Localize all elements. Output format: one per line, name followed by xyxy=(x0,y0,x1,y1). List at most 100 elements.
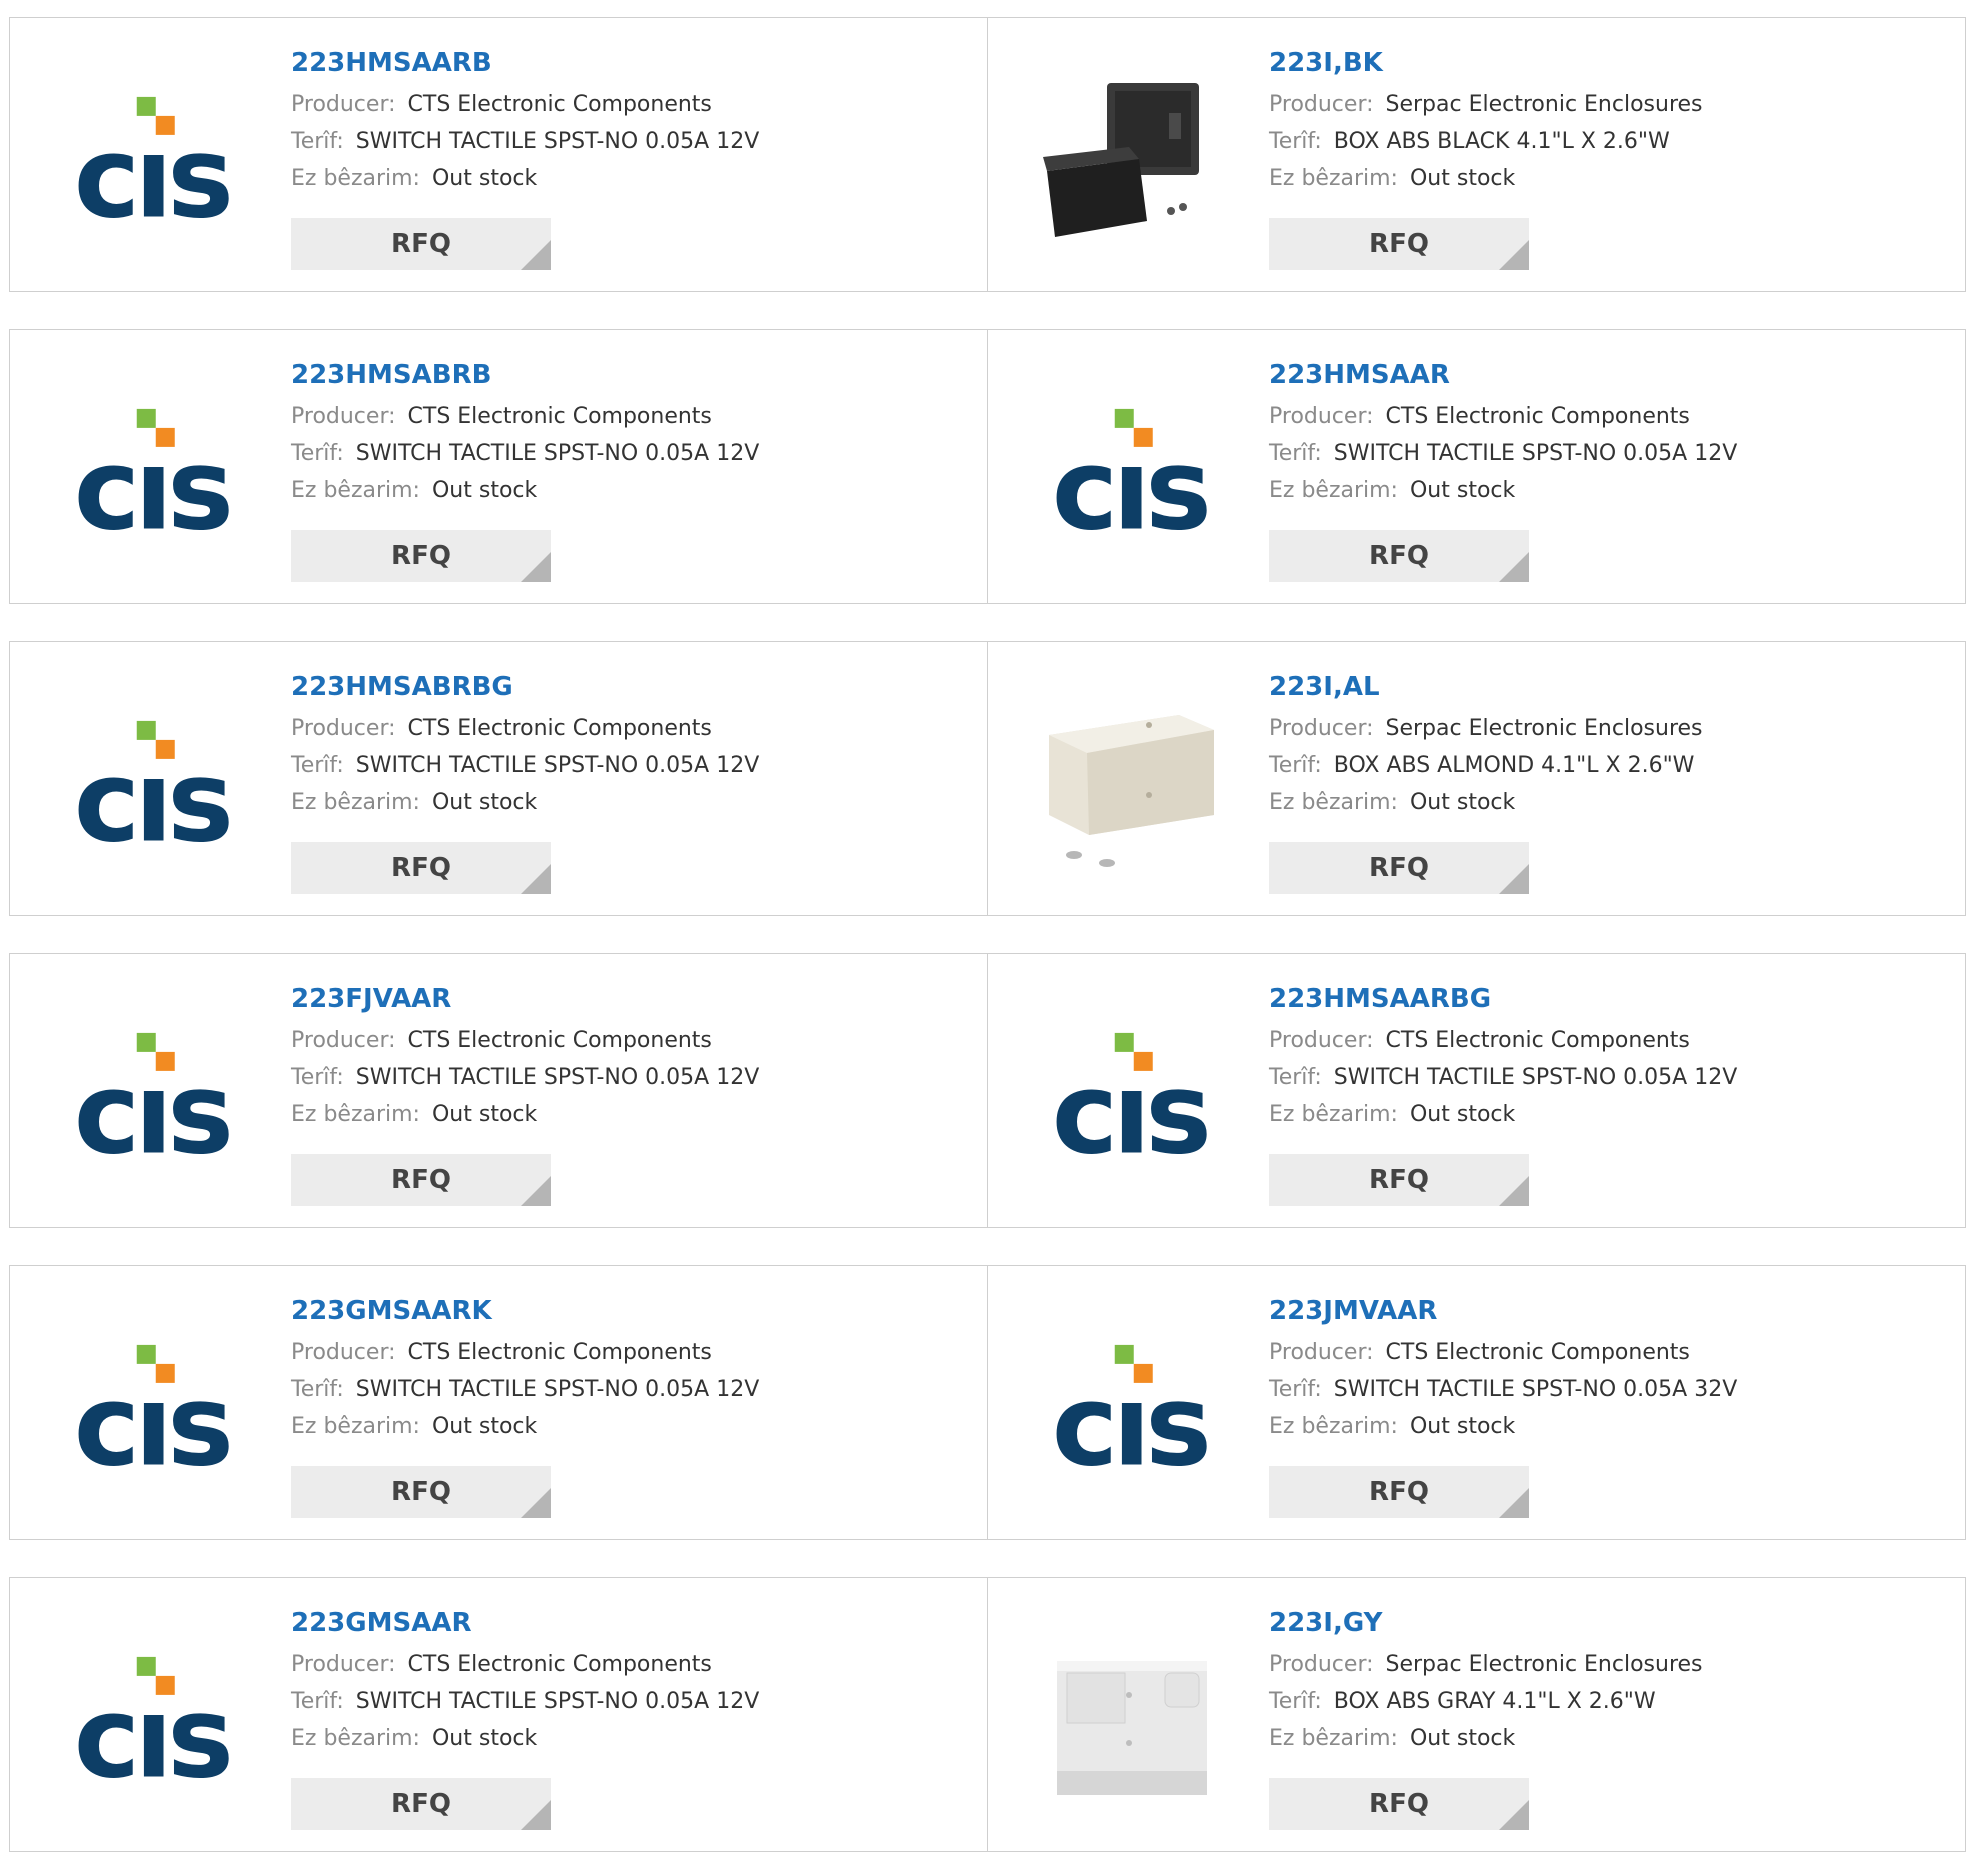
product-info: 223GMSAAR Producer: CTS Electronic Compon… xyxy=(291,1606,759,1757)
producer-row: Producer: Serpac Electronic Enclosures xyxy=(1269,710,1703,747)
product-card: cıs 223GMSAARK Producer: CTS Electronic C… xyxy=(9,1265,988,1540)
producer-value: CTS Electronic Components xyxy=(407,1340,712,1365)
stock-label: Ez bêzarim: xyxy=(291,478,420,503)
producer-value: CTS Electronic Components xyxy=(1385,1028,1690,1053)
producer-label: Producer: xyxy=(291,404,396,429)
producer-row: Producer: CTS Electronic Components xyxy=(291,710,759,747)
stock-value: Out stock xyxy=(1409,790,1516,815)
stock-row: Ez bêzarim: Out stock xyxy=(291,1096,759,1133)
corner-triangle-icon xyxy=(521,552,551,582)
stock-value: Out stock xyxy=(431,166,538,191)
svg-text:cıs: cıs xyxy=(1052,1361,1207,1475)
stock-label: Ez bêzarim: xyxy=(291,1102,420,1127)
part-number-link[interactable]: 223FJVAAR xyxy=(291,982,759,1022)
cts-logo[interactable]: cıs xyxy=(1026,1306,1232,1512)
part-number-link[interactable]: 223I,AL xyxy=(1269,670,1703,710)
cts-logo[interactable]: cıs xyxy=(48,682,254,888)
rfq-button[interactable]: RFQ xyxy=(291,1778,551,1830)
product-card: 223I,BK Producer: Serpac Electronic Enclo… xyxy=(987,17,1966,292)
svg-text:cıs: cıs xyxy=(74,1049,229,1163)
cts-logo[interactable]: cıs xyxy=(1026,370,1232,576)
part-number-link[interactable]: 223HMSAARB xyxy=(291,46,759,86)
cts-logo[interactable]: cıs xyxy=(48,58,254,264)
description-row: Terîf: BOX ABS GRAY 4.1"L X 2.6"W xyxy=(1269,1683,1703,1720)
producer-row: Producer: CTS Electronic Components xyxy=(291,1646,759,1683)
stock-value: Out stock xyxy=(1409,166,1516,191)
product-image[interactable] xyxy=(1026,58,1232,264)
rfq-label: RFQ xyxy=(391,1477,451,1507)
rfq-button[interactable]: RFQ xyxy=(291,218,551,270)
product-image[interactable] xyxy=(1026,1618,1232,1824)
description-label: Terîf: xyxy=(1269,1065,1322,1090)
description-label: Terîf: xyxy=(291,1689,344,1714)
rfq-button[interactable]: RFQ xyxy=(1269,530,1529,582)
product-card: 223I,GY Producer: Serpac Electronic Enclo… xyxy=(987,1577,1966,1852)
rfq-button[interactable]: RFQ xyxy=(1269,1778,1529,1830)
cts-logo[interactable]: cıs xyxy=(48,1618,254,1824)
description-row: Terîf: SWITCH TACTILE SPST-NO 0.05A 12V xyxy=(291,1371,759,1408)
rfq-label: RFQ xyxy=(1369,229,1429,259)
cts-logo[interactable]: cıs xyxy=(48,370,254,576)
corner-triangle-icon xyxy=(1499,1800,1529,1830)
producer-row: Producer: Serpac Electronic Enclosures xyxy=(1269,86,1703,123)
description-value: SWITCH TACTILE SPST-NO 0.05A 12V xyxy=(355,129,760,154)
rfq-label: RFQ xyxy=(391,853,451,883)
description-value: SWITCH TACTILE SPST-NO 0.05A 12V xyxy=(355,441,760,466)
description-value: SWITCH TACTILE SPST-NO 0.05A 12V xyxy=(355,1065,760,1090)
description-value: BOX ABS BLACK 4.1"L X 2.6"W xyxy=(1333,129,1670,154)
producer-value: CTS Electronic Components xyxy=(1385,1340,1690,1365)
stock-value: Out stock xyxy=(1409,1102,1516,1127)
cts-logo[interactable]: cıs xyxy=(1026,994,1232,1200)
part-number-link[interactable]: 223I,BK xyxy=(1269,46,1703,86)
product-info: 223GMSAARK Producer: CTS Electronic Compo… xyxy=(291,1294,759,1445)
rfq-button[interactable]: RFQ xyxy=(1269,1466,1529,1518)
product-info: 223HMSAAR Producer: CTS Electronic Compon… xyxy=(1269,358,1737,509)
part-number-link[interactable]: 223HMSABRBG xyxy=(291,670,759,710)
rfq-button[interactable]: RFQ xyxy=(1269,1154,1529,1206)
description-value: SWITCH TACTILE SPST-NO 0.05A 12V xyxy=(1333,441,1738,466)
stock-row: Ez bêzarim: Out stock xyxy=(1269,1096,1737,1133)
producer-row: Producer: Serpac Electronic Enclosures xyxy=(1269,1646,1703,1683)
part-number-link[interactable]: 223HMSABRB xyxy=(291,358,759,398)
corner-triangle-icon xyxy=(521,240,551,270)
part-number-link[interactable]: 223HMSAARBG xyxy=(1269,982,1737,1022)
stock-label: Ez bêzarim: xyxy=(291,166,420,191)
stock-row: Ez bêzarim: Out stock xyxy=(291,1720,759,1757)
description-label: Terîf: xyxy=(1269,1377,1322,1402)
description-label: Terîf: xyxy=(291,1065,344,1090)
stock-label: Ez bêzarim: xyxy=(1269,166,1398,191)
description-row: Terîf: SWITCH TACTILE SPST-NO 0.05A 12V xyxy=(291,1683,759,1720)
svg-text:cıs: cıs xyxy=(74,425,229,539)
producer-value: Serpac Electronic Enclosures xyxy=(1385,92,1703,117)
producer-label: Producer: xyxy=(1269,1028,1374,1053)
rfq-label: RFQ xyxy=(391,1789,451,1819)
rfq-button[interactable]: RFQ xyxy=(291,530,551,582)
producer-value: CTS Electronic Components xyxy=(407,1652,712,1677)
part-number-link[interactable]: 223GMSAAR xyxy=(291,1606,759,1646)
stock-label: Ez bêzarim: xyxy=(1269,1102,1398,1127)
description-value: BOX ABS ALMOND 4.1"L X 2.6"W xyxy=(1333,753,1695,778)
stock-label: Ez bêzarim: xyxy=(1269,1414,1398,1439)
rfq-button[interactable]: RFQ xyxy=(291,1466,551,1518)
producer-label: Producer: xyxy=(291,1028,396,1053)
description-label: Terîf: xyxy=(291,753,344,778)
description-row: Terîf: BOX ABS ALMOND 4.1"L X 2.6"W xyxy=(1269,747,1703,784)
rfq-button[interactable]: RFQ xyxy=(291,1154,551,1206)
rfq-button[interactable]: RFQ xyxy=(1269,842,1529,894)
product-card: cıs 223HMSABRBG Producer: CTS Electronic … xyxy=(9,641,988,916)
cts-logo[interactable]: cıs xyxy=(48,1306,254,1512)
description-label: Terîf: xyxy=(291,1377,344,1402)
stock-label: Ez bêzarim: xyxy=(291,1414,420,1439)
part-number-link[interactable]: 223JMVAAR xyxy=(1269,1294,1737,1334)
stock-row: Ez bêzarim: Out stock xyxy=(291,160,759,197)
product-grid: cıs 223HMSAARB Producer: CTS Electronic C… xyxy=(0,0,1969,1852)
part-number-link[interactable]: 223HMSAAR xyxy=(1269,358,1737,398)
description-label: Terîf: xyxy=(291,441,344,466)
svg-text:cıs: cıs xyxy=(74,1673,229,1787)
rfq-button[interactable]: RFQ xyxy=(1269,218,1529,270)
product-image[interactable] xyxy=(1026,682,1232,888)
cts-logo[interactable]: cıs xyxy=(48,994,254,1200)
rfq-button[interactable]: RFQ xyxy=(291,842,551,894)
part-number-link[interactable]: 223GMSAARK xyxy=(291,1294,759,1334)
part-number-link[interactable]: 223I,GY xyxy=(1269,1606,1703,1646)
